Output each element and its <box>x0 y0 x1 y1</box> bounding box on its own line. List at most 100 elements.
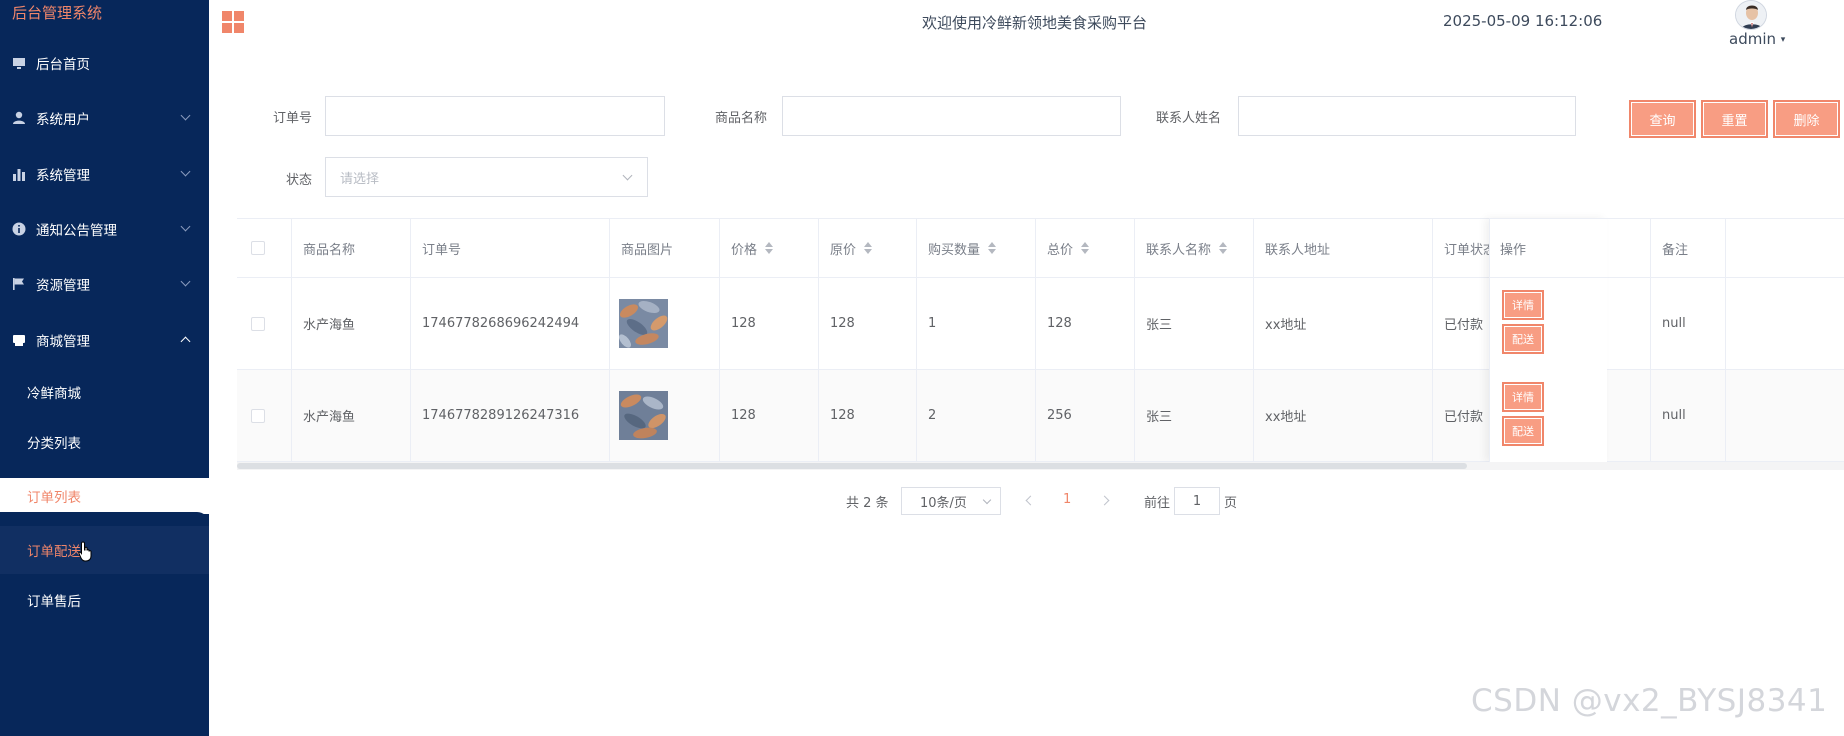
order-no-input[interactable] <box>325 96 665 136</box>
menu-label: 商城管理 <box>36 334 90 350</box>
status-select[interactable]: 请选择 <box>325 157 648 197</box>
chevron-down-icon <box>982 495 992 505</box>
sort-icon[interactable] <box>1081 242 1090 254</box>
col-image: 商品图片 <box>610 219 720 277</box>
cell-address: xx地址 <box>1254 370 1433 461</box>
menu-item-system-users[interactable]: 系统用户 <box>0 94 209 142</box>
row-checkbox[interactable] <box>251 316 265 331</box>
sort-icon[interactable] <box>1219 242 1228 254</box>
submenu-item-after-sales[interactable]: 订单售后 <box>0 576 209 624</box>
col-contact-name[interactable]: 联系人名称 <box>1135 219 1254 277</box>
detail-button[interactable]: 详情 <box>1502 382 1544 412</box>
page-number-current[interactable]: 1 <box>1063 492 1071 507</box>
sidebar: 后台管理系统 后台首页 系统用户 系统管理 通知公告管理 资源管理 商城管理 冷… <box>0 0 209 736</box>
select-all-cell <box>237 219 292 277</box>
col-address: 联系人地址 <box>1254 219 1433 277</box>
cell-image <box>610 278 720 369</box>
cell-order-no: 1746778268696242494 <box>411 278 610 369</box>
chevron-down-icon <box>180 110 191 121</box>
col-operations: 操作 <box>1490 218 1608 278</box>
submenu-item-cold-mall[interactable]: 冷鲜商城 <box>0 368 209 416</box>
order-no-label: 订单号 <box>273 111 313 126</box>
user-icon <box>12 111 26 125</box>
cell-original-price: 128 <box>819 278 917 369</box>
cell-remark: null <box>1651 278 1726 369</box>
menu-item-notice[interactable]: 通知公告管理 <box>0 205 209 253</box>
col-product: 商品名称 <box>292 219 411 277</box>
grid-menu-icon[interactable] <box>222 11 244 33</box>
menu-item-shop[interactable]: 商城管理 <box>0 316 209 364</box>
reset-button[interactable]: 重置 <box>1701 100 1768 138</box>
status-placeholder: 请选择 <box>340 171 380 187</box>
next-page-icon[interactable] <box>1098 495 1110 507</box>
menu-label: 系统管理 <box>36 168 90 184</box>
page-suffix: 页 <box>1224 496 1238 511</box>
product-thumbnail[interactable] <box>619 299 668 348</box>
chevron-down-icon <box>622 170 633 181</box>
flag-icon <box>12 277 26 291</box>
product-name-input[interactable] <box>782 96 1121 136</box>
cell-product: 水产海鱼 <box>292 370 411 461</box>
row-checkbox[interactable] <box>251 408 265 423</box>
status-label: 状态 <box>286 173 313 188</box>
sort-icon[interactable] <box>988 242 997 254</box>
menu-label: 后台首页 <box>36 57 90 73</box>
col-remark: 备注 <box>1651 219 1726 277</box>
menu-label: 资源管理 <box>36 278 90 294</box>
goto-page-input[interactable] <box>1174 487 1220 515</box>
cell-total: 256 <box>1036 370 1135 461</box>
sort-icon[interactable] <box>864 242 873 254</box>
query-button[interactable]: 查询 <box>1629 100 1696 138</box>
welcome-text: 欢迎使用冷鲜新领地美食采购平台 <box>922 14 1148 32</box>
cell-price: 128 <box>720 370 819 461</box>
watermark: CSDN @vx2_BYSJ8341 <box>1471 683 1828 719</box>
deliver-button[interactable]: 配送 <box>1502 416 1544 446</box>
submenu-item-category-list[interactable]: 分类列表 <box>0 418 209 466</box>
cell-order-no: 1746778289126247316 <box>411 370 610 461</box>
select-all-checkbox[interactable] <box>251 241 265 255</box>
bar-chart-icon <box>12 167 26 181</box>
menu-label: 系统用户 <box>36 112 90 128</box>
cell-total: 128 <box>1036 278 1135 369</box>
chevron-down-icon <box>180 221 191 232</box>
col-original-price[interactable]: 原价 <box>819 219 917 277</box>
col-total[interactable]: 总价 <box>1036 219 1135 277</box>
cell-price: 128 <box>720 278 819 369</box>
product-name-label: 商品名称 <box>715 111 768 126</box>
submenu-item-order-delivery[interactable]: 订单配送 <box>0 526 209 574</box>
page-size-value: 10条/页 <box>920 495 967 511</box>
username: admin <box>1729 30 1776 48</box>
shop-icon <box>12 333 26 347</box>
col-quantity[interactable]: 购买数量 <box>917 219 1036 277</box>
scrollbar-thumb[interactable] <box>237 463 1467 469</box>
delete-button[interactable]: 删除 <box>1773 100 1840 138</box>
chevron-down-icon <box>180 166 191 177</box>
info-icon <box>12 222 26 236</box>
col-price[interactable]: 价格 <box>720 219 819 277</box>
cell-image <box>610 370 720 461</box>
prev-page-icon[interactable] <box>1024 495 1036 507</box>
caret-down-icon: ▾ <box>1780 35 1786 45</box>
deliver-button[interactable]: 配送 <box>1502 324 1544 354</box>
cell-original-price: 128 <box>819 370 917 461</box>
contact-name-label: 联系人姓名 <box>1156 111 1222 126</box>
chevron-up-icon <box>180 336 191 347</box>
menu-item-home[interactable]: 后台首页 <box>0 39 209 87</box>
hand-cursor-icon <box>78 541 92 562</box>
horizontal-scrollbar[interactable] <box>237 462 1844 470</box>
menu-item-system-manage[interactable]: 系统管理 <box>0 150 209 198</box>
detail-button[interactable]: 详情 <box>1502 290 1544 320</box>
cell-quantity: 1 <box>917 278 1036 369</box>
user-dropdown[interactable]: admin ▾ <box>1729 30 1785 48</box>
sort-icon[interactable] <box>765 242 774 254</box>
menu-item-resources[interactable]: 资源管理 <box>0 260 209 308</box>
avatar[interactable] <box>1735 0 1767 30</box>
contact-name-input[interactable] <box>1238 96 1576 136</box>
product-thumbnail[interactable] <box>619 391 668 440</box>
chevron-down-icon <box>180 276 191 287</box>
page-size-select[interactable]: 10条/页 <box>901 487 1001 515</box>
menu-label: 通知公告管理 <box>36 223 117 239</box>
submenu-item-order-list[interactable]: 订单列表 <box>0 478 209 514</box>
cell-product: 水产海鱼 <box>292 278 411 369</box>
pagination-total: 共 2 条 <box>846 496 889 511</box>
